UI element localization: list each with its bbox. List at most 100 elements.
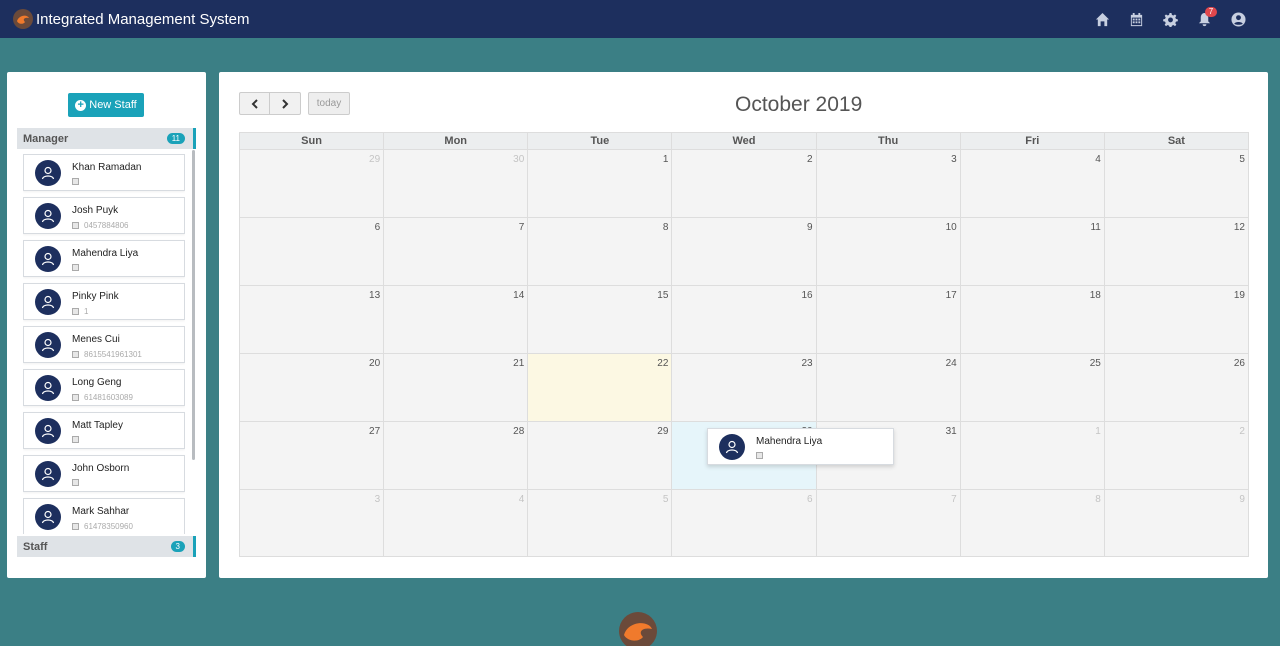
day-number: 16	[801, 290, 813, 301]
staff-name: Pinky Pink	[72, 291, 119, 302]
day-cell[interactable]: 29	[240, 150, 385, 217]
day-cell[interactable]: 6	[672, 490, 817, 556]
day-cell[interactable]: 8	[528, 218, 673, 285]
day-cell[interactable]: 8	[960, 490, 1105, 556]
app-logo-icon	[13, 9, 33, 29]
staff-phone-row: 8615541961301	[72, 350, 142, 359]
day-cell[interactable]: 5	[1104, 150, 1248, 217]
day-number: 14	[513, 290, 525, 301]
day-cell[interactable]: 29	[528, 422, 673, 489]
day-number: 26	[1233, 358, 1245, 369]
calendar-panel: today October 2019 Sun Mon Tue Wed Thu F…	[219, 72, 1268, 578]
avatar	[35, 160, 61, 186]
week-row: 3 4 5 6 7 8 9	[239, 489, 1249, 557]
avatar	[35, 203, 61, 229]
day-cell[interactable]: 15	[528, 286, 673, 353]
dow-sat: Sat	[1167, 135, 1185, 147]
day-cell[interactable]: 7	[384, 218, 529, 285]
manager-group-header[interactable]: Manager 11	[17, 128, 196, 149]
user-icon	[41, 209, 55, 223]
day-cell[interactable]: 5	[528, 490, 673, 556]
staff-card[interactable]: John Osborn	[23, 455, 185, 492]
staff-card[interactable]: Menes Cui 8615541961301	[23, 326, 185, 363]
day-cell[interactable]: 27	[240, 422, 385, 489]
day-cell[interactable]: 3	[816, 150, 961, 217]
day-cell[interactable]: 2	[1104, 422, 1248, 489]
day-cell-today[interactable]: 22	[528, 354, 673, 421]
group-count-badge: 3	[170, 541, 185, 552]
day-cell[interactable]: 19	[1104, 286, 1248, 353]
brand[interactable]: Integrated Management System	[13, 9, 249, 29]
staff-card[interactable]: Matt Tapley	[23, 412, 185, 449]
day-number: 6	[807, 494, 813, 505]
day-cell[interactable]: 24	[816, 354, 961, 421]
day-cell[interactable]: 17	[816, 286, 961, 353]
staff-list-scrollbar[interactable]	[192, 150, 195, 460]
day-cell[interactable]: 6	[240, 218, 385, 285]
day-number: 8	[1095, 494, 1101, 505]
staff-card[interactable]: Long Geng 61481603089	[23, 369, 185, 406]
home-icon[interactable]	[1085, 0, 1119, 38]
day-cell[interactable]: 9	[672, 218, 817, 285]
day-cell[interactable]: 14	[384, 286, 529, 353]
top-navbar: Integrated Management System 7	[0, 0, 1280, 38]
bell-icon[interactable]: 7	[1187, 0, 1221, 38]
gear-icon[interactable]	[1153, 0, 1187, 38]
day-cell[interactable]: 3	[240, 490, 385, 556]
day-cell[interactable]: 21	[384, 354, 529, 421]
staff-card[interactable]: Josh Puyk 0457884806	[23, 197, 185, 234]
day-cell[interactable]: 20	[240, 354, 385, 421]
user-icon	[41, 510, 55, 524]
day-cell[interactable]: 7	[816, 490, 961, 556]
dow-mon: Mon	[384, 133, 529, 149]
user-circle-icon[interactable]	[1221, 0, 1255, 38]
day-cell[interactable]: 12	[1104, 218, 1248, 285]
group-label: Manager	[23, 132, 69, 145]
staff-card[interactable]: Mahendra Liya	[23, 240, 185, 277]
day-number: 22	[657, 358, 669, 369]
avatar	[719, 434, 745, 460]
phone-icon	[72, 479, 79, 486]
staff-card[interactable]: Pinky Pink 1	[23, 283, 185, 320]
day-cell[interactable]: 26	[1104, 354, 1248, 421]
day-cell[interactable]: 18	[960, 286, 1105, 353]
staff-card[interactable]: Khan Ramadan	[23, 154, 185, 191]
day-number: 5	[1239, 154, 1245, 165]
day-number: 7	[951, 494, 957, 505]
today-button[interactable]: today	[308, 92, 350, 115]
day-cell[interactable]: 13	[240, 286, 385, 353]
day-number: 4	[518, 494, 525, 505]
day-number: 5	[662, 494, 669, 505]
day-cell[interactable]: 2	[672, 150, 817, 217]
staff-name: Mahendra Liya	[72, 248, 139, 259]
day-number: 24	[945, 358, 957, 369]
staff-name: Menes Cui	[72, 334, 120, 345]
avatar	[35, 246, 61, 272]
day-cell[interactable]: 28	[384, 422, 529, 489]
day-cell[interactable]: 11	[960, 218, 1105, 285]
staff-name: Long Geng	[72, 377, 122, 388]
dragging-staff-card[interactable]: Mahendra Liya	[707, 428, 894, 465]
staff-group-header[interactable]: Staff 3	[17, 536, 196, 557]
day-cell[interactable]: 16	[672, 286, 817, 353]
day-cell[interactable]: 1	[528, 150, 673, 217]
prev-month-button[interactable]	[239, 92, 270, 115]
manager-list: Khan Ramadan Josh Puyk 0457884806 Mahend…	[23, 154, 185, 534]
calendar-icon[interactable]	[1119, 0, 1153, 38]
day-cell[interactable]: 4	[384, 490, 529, 556]
group-count-badge: 11	[166, 133, 185, 144]
day-cell[interactable]: 23	[672, 354, 817, 421]
day-cell[interactable]: 4	[960, 150, 1105, 217]
user-icon	[41, 295, 55, 309]
day-cell[interactable]: 30	[384, 150, 529, 217]
day-cell[interactable]: 1	[960, 422, 1105, 489]
new-staff-button[interactable]: + New Staff	[68, 93, 144, 117]
day-cell[interactable]: 25	[960, 354, 1105, 421]
day-cell[interactable]: 9	[1104, 490, 1248, 556]
day-number: 17	[945, 290, 957, 301]
day-cell[interactable]: 10	[816, 218, 961, 285]
next-month-button[interactable]	[270, 92, 301, 115]
staff-card[interactable]: Mark Sahhar 61478350960	[23, 498, 185, 534]
day-number: 29	[369, 154, 381, 165]
staff-phone-row: 1	[72, 307, 88, 316]
